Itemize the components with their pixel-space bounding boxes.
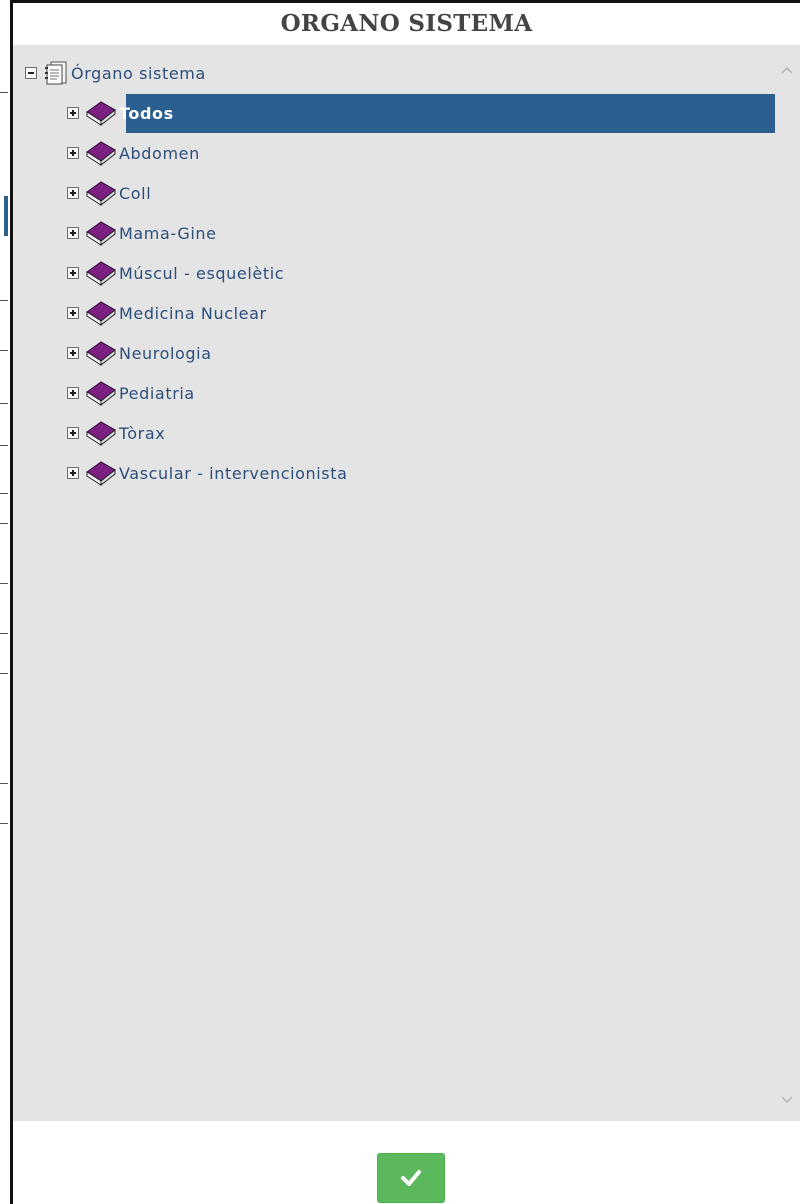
- expand-icon[interactable]: [67, 387, 79, 399]
- tree-item-abdomen[interactable]: Abdomen: [67, 133, 200, 173]
- folder-icon: [45, 61, 67, 85]
- tree-item-coll[interactable]: Coll: [67, 173, 151, 213]
- check-icon: [401, 1170, 421, 1186]
- book-icon: [86, 381, 116, 406]
- background-marker: [4, 196, 8, 236]
- tree-item-label: Pediatria: [119, 383, 195, 403]
- background-tick: [0, 403, 8, 404]
- background-tick: [0, 823, 8, 824]
- background-strip: [0, 0, 10, 1204]
- dialog-title: ORGANO SISTEMA: [280, 10, 533, 37]
- book-icon: [86, 101, 116, 126]
- tree-item-mama-gine[interactable]: Mama-Gine: [67, 213, 217, 253]
- confirm-button[interactable]: [377, 1153, 445, 1203]
- book-icon: [86, 221, 116, 246]
- tree-item-torax[interactable]: Tòrax: [67, 413, 165, 453]
- background-tick: [0, 493, 8, 494]
- scroll-up-icon[interactable]: [780, 65, 794, 75]
- tree-item-muscul-esqueletic[interactable]: Múscul - esquelètic: [67, 253, 284, 293]
- tree-item-vascular-intervencionista[interactable]: Vascular - intervencionista: [67, 453, 348, 493]
- background-tick: [0, 92, 8, 93]
- expand-icon[interactable]: [67, 147, 79, 159]
- expand-icon[interactable]: [67, 107, 79, 119]
- tree-item-todos[interactable]: Todos: [67, 93, 174, 133]
- tree-panel[interactable]: Órgano sistema Todos Abdomen Coll Mama-G…: [13, 45, 800, 1121]
- background-tick: [0, 583, 8, 584]
- selection-highlight: [126, 94, 775, 133]
- background-tick: [0, 350, 8, 351]
- background-tick: [0, 783, 8, 784]
- tree-item-pediatria[interactable]: Pediatria: [67, 373, 195, 413]
- expand-icon[interactable]: [67, 227, 79, 239]
- tree-item-label: Mama-Gine: [119, 223, 217, 243]
- background-tick: [0, 633, 8, 634]
- book-icon: [86, 461, 116, 486]
- background-tick: [0, 673, 8, 674]
- expand-icon[interactable]: [67, 347, 79, 359]
- tree-item-label: Neurologia: [119, 343, 212, 363]
- organo-sistema-dialog: ORGANO SISTEMA Órgano sistema Todos Abdo…: [10, 0, 800, 1204]
- book-icon: [86, 261, 116, 286]
- collapse-icon[interactable]: [25, 67, 37, 79]
- book-icon: [86, 301, 116, 326]
- book-icon: [86, 341, 116, 366]
- tree-item-label: Medicina Nuclear: [119, 303, 267, 323]
- expand-icon[interactable]: [67, 187, 79, 199]
- tree-item-label: Todos: [119, 103, 174, 123]
- tree-item-neurologia[interactable]: Neurologia: [67, 333, 212, 373]
- expand-icon[interactable]: [67, 467, 79, 479]
- scroll-down-icon[interactable]: [780, 1095, 794, 1105]
- tree-item-label: Múscul - esquelètic: [119, 263, 285, 283]
- tree-item-medicina-nuclear[interactable]: Medicina Nuclear: [67, 293, 267, 333]
- tree-root[interactable]: Órgano sistema: [25, 53, 206, 93]
- tree-item-label: Abdomen: [119, 143, 200, 163]
- tree-item-label: Vascular - intervencionista: [119, 463, 348, 483]
- expand-icon[interactable]: [67, 307, 79, 319]
- background-tick: [0, 523, 8, 524]
- book-icon: [86, 181, 116, 206]
- tree-root-label: Órgano sistema: [71, 63, 206, 83]
- expand-icon[interactable]: [67, 427, 79, 439]
- tree-item-label: Coll: [119, 183, 152, 203]
- book-icon: [86, 421, 116, 446]
- background-tick: [0, 445, 8, 446]
- book-icon: [86, 141, 116, 166]
- tree-item-label: Tòrax: [119, 423, 166, 443]
- background-tick: [0, 300, 8, 301]
- expand-icon[interactable]: [67, 267, 79, 279]
